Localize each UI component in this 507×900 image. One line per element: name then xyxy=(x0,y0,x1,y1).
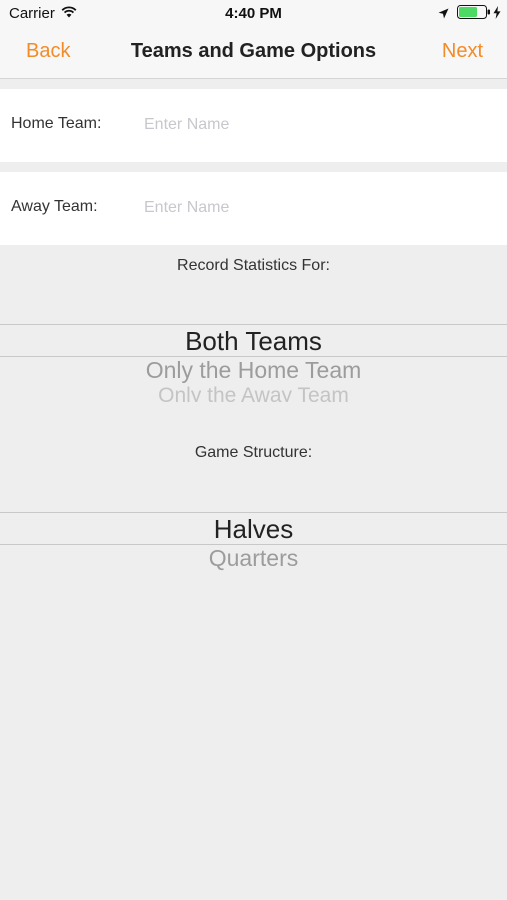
away-team-row: Away Team: xyxy=(0,172,507,245)
record-statistics-label: Record Statistics For: xyxy=(177,257,330,274)
home-team-name-input[interactable] xyxy=(144,111,474,139)
status-bar: Carrier 4:40 PM xyxy=(0,0,507,28)
picker-selection-top-line xyxy=(0,512,507,513)
home-team-label: Home Team: xyxy=(11,115,102,132)
picker-option-only-away-team[interactable]: Only the Away Team xyxy=(0,384,507,402)
status-indicators xyxy=(438,5,501,24)
record-statistics-picker[interactable]: Both Teams Only the Home Team Only the A… xyxy=(0,290,507,402)
charging-bolt-icon xyxy=(493,5,501,24)
game-structure-picker[interactable]: Halves Quarters xyxy=(0,478,507,573)
home-team-row: Home Team: xyxy=(0,89,507,162)
battery-icon xyxy=(457,5,491,24)
next-button[interactable]: Next xyxy=(442,40,483,63)
picker-option-both-teams[interactable]: Both Teams xyxy=(0,326,507,357)
away-team-label: Away Team: xyxy=(11,198,98,215)
picker-selection-top-line xyxy=(0,324,507,325)
game-structure-label: Game Structure: xyxy=(194,444,313,461)
location-arrow-icon xyxy=(438,6,449,24)
clock: 4:40 PM xyxy=(225,5,282,22)
picker-option-quarters[interactable]: Quarters xyxy=(0,545,507,572)
picker-option-only-home-team[interactable]: Only the Home Team xyxy=(0,357,507,384)
picker-option-halves[interactable]: Halves xyxy=(0,514,507,545)
navigation-bar: Back Teams and Game Options Next xyxy=(0,28,507,79)
away-team-name-input[interactable] xyxy=(144,194,474,222)
page-title: Teams and Game Options xyxy=(130,40,377,62)
